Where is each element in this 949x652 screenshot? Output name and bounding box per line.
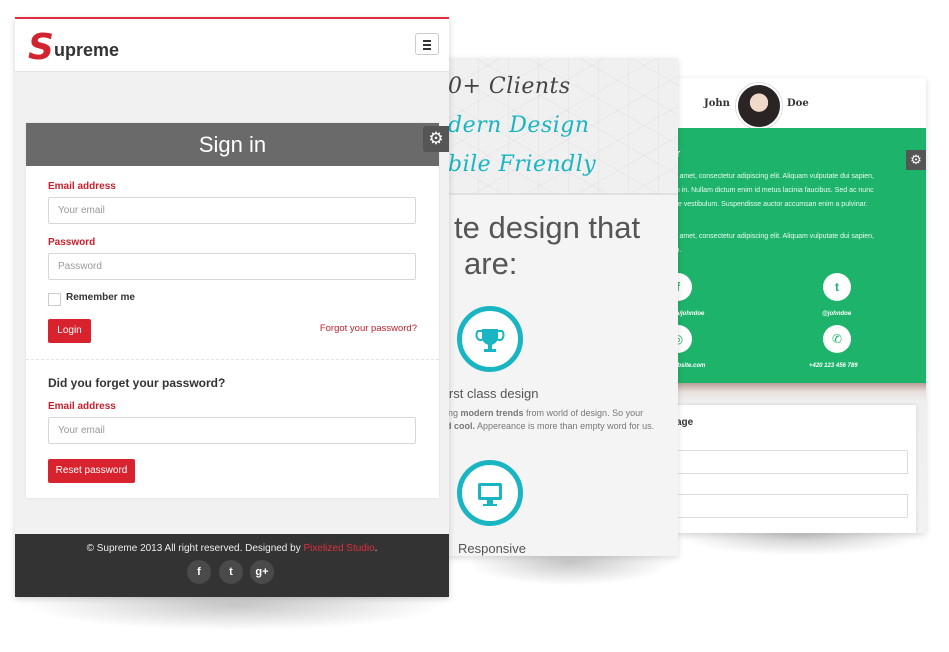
about-line: it amet, consectetur adipiscing elit. Al… <box>674 173 875 180</box>
feature-title-responsive: Responsive <box>458 541 526 556</box>
signin-screen: S upreme Sign in Email address Your emai… <box>15 17 449 597</box>
hero-area: 0+ Clients dern Design bile Friendly <box>448 58 678 195</box>
about-paragraph-2: it amet, consectetur adipiscing elit. Al… <box>674 230 914 258</box>
twitter-icon[interactable]: t <box>219 560 243 584</box>
copyright-period: . <box>374 543 378 554</box>
about-line: in. <box>674 244 914 258</box>
email-input[interactable]: Your email <box>48 197 416 224</box>
about-line: ue vestibulum. Suspendisse auctor accums… <box>674 201 868 208</box>
phone-icon[interactable]: ✆ <box>823 325 851 353</box>
contact-facebook-label: m/johndoe <box>674 311 705 317</box>
logo-initial: S <box>28 27 54 68</box>
desc-bold: modern trends <box>460 408 524 418</box>
about-paragraph-1: it amet, consectetur adipiscing elit. Al… <box>674 170 914 212</box>
desc-text: ing <box>448 408 459 418</box>
login-button[interactable]: Login <box>48 319 91 343</box>
menu-icon-bar <box>423 44 431 46</box>
footer-copyright: © Supreme 2013 All right reserved. Desig… <box>15 543 449 554</box>
feature-desc-line-2: d cool. Appereance is more than empty wo… <box>448 420 654 433</box>
desc-text: from world of design. So your <box>523 408 644 418</box>
monitor-icon <box>478 483 502 506</box>
navbar: S upreme <box>15 17 449 72</box>
desc-text: Appereance is more than empty word for u… <box>475 421 655 431</box>
divider <box>26 359 439 360</box>
reset-password-button[interactable]: Reset password <box>48 459 135 483</box>
about-line: it amet, consectetur adipiscing elit. Al… <box>674 233 875 240</box>
avatar <box>736 83 782 129</box>
reset-email-input[interactable]: Your email <box>48 417 416 444</box>
remember-checkbox[interactable] <box>48 293 61 306</box>
feature-desc-line-1: ing modern trends from world of design. … <box>448 407 643 420</box>
remember-label: Remember me <box>66 292 135 303</box>
twitter-icon[interactable]: t <box>823 273 851 301</box>
reset-email-label: Email address <box>48 401 116 412</box>
signin-card: Sign in Email address Your email Passwor… <box>26 123 439 498</box>
contact-website-label: ebsite.com <box>674 363 706 369</box>
gear-icon[interactable]: ⚙ <box>906 150 926 170</box>
hand-line-mobile: bile Friendly <box>448 152 597 177</box>
features-screen: 0+ Clients dern Design bile Friendly te … <box>448 58 678 556</box>
footer: © Supreme 2013 All right reserved. Desig… <box>15 534 449 597</box>
headline-line-1: te design that <box>454 210 641 245</box>
feature-icon-circle <box>457 460 523 526</box>
message-form: age <box>662 405 916 533</box>
about-section: r ⚙ it amet, consectetur adipiscing elit… <box>662 128 926 383</box>
forgot-heading: Did you forget your password? <box>48 376 226 390</box>
profile-header: John Doe <box>662 78 926 129</box>
copyright-text: © Supreme 2013 All right reserved. Desig… <box>86 543 304 554</box>
gear-icon[interactable]: ⚙ <box>423 126 449 152</box>
menu-icon-bar <box>423 48 431 50</box>
contact-phone-label: +420 123 456 789 <box>809 363 858 369</box>
first-name: John <box>704 98 730 109</box>
feature-icon-circle <box>457 306 523 372</box>
email-label: Email address <box>48 181 116 192</box>
signin-title: Sign in <box>26 123 439 166</box>
facebook-icon[interactable]: f <box>187 560 211 584</box>
about-line: m in. Nullam dictum enim id metus lacini… <box>674 187 874 194</box>
form-title: age <box>676 417 694 428</box>
headline-line-2: are: <box>464 246 518 281</box>
logo-text: upreme <box>54 40 120 60</box>
menu-icon-bar <box>423 40 431 42</box>
feature-title-first-class: irst class design <box>448 386 539 401</box>
hand-line-design: dern Design <box>448 113 590 138</box>
hand-line-clients: 0+ Clients <box>448 74 571 99</box>
name-field[interactable] <box>668 450 908 474</box>
password-input[interactable]: Password <box>48 253 416 280</box>
email-field[interactable] <box>668 494 908 518</box>
desc-bold: d cool. <box>448 421 475 431</box>
profile-screen: John Doe r ⚙ it amet, consectetur adipis… <box>662 78 926 533</box>
last-name: Doe <box>787 98 809 109</box>
forgot-password-link[interactable]: Forgot your password? <box>320 323 417 334</box>
trophy-icon <box>475 329 505 352</box>
studio-link[interactable]: Pixelized Studio <box>304 543 375 554</box>
google-plus-icon[interactable]: g+ <box>250 560 274 584</box>
password-label: Password <box>48 237 96 248</box>
menu-toggle-button[interactable] <box>415 33 439 55</box>
contact-twitter-label: @johndoe <box>822 311 852 317</box>
